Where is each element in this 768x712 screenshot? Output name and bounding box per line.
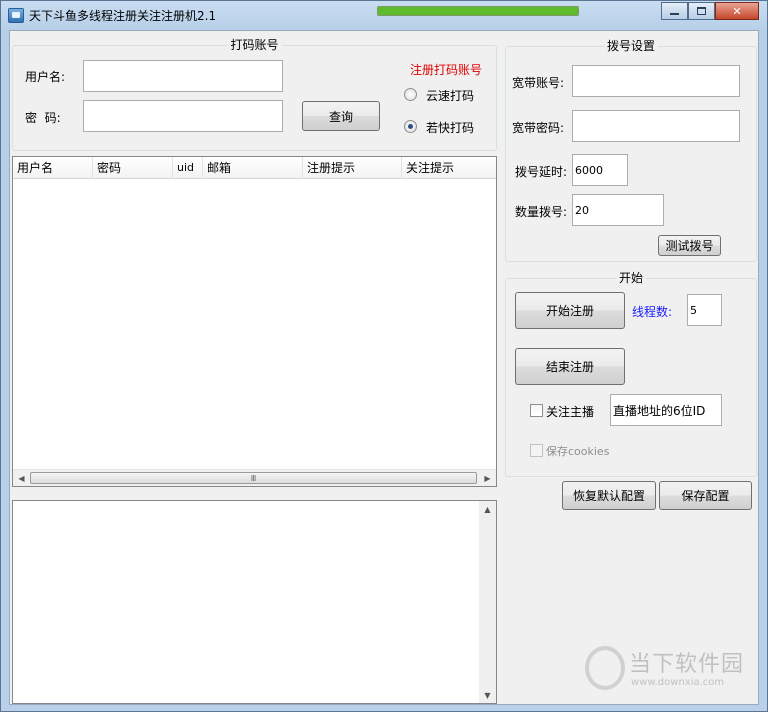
title-bar[interactable]: 天下斗鱼多线程注册关注注册机2.1 ✕ — [1, 1, 767, 29]
dial-count-label: 数量拨号: — [515, 205, 568, 219]
broadband-password-label: 宽带密码: — [512, 121, 565, 135]
captcha-account-group: 打码账号 用户名: 密 码: 查询 注册打码账号 云速打码 若快打码 — [12, 38, 497, 151]
watermark: 当下软件园 www.downxia.com — [585, 644, 755, 692]
app-icon — [8, 8, 24, 23]
captcha-username-label: 用户名: — [25, 70, 66, 84]
scroll-thumb[interactable]: Ⅲ — [30, 472, 477, 484]
query-button[interactable]: 查询 — [302, 101, 380, 131]
column-header-uid[interactable]: uid — [173, 157, 203, 179]
column-header-follow-status[interactable]: 关注提示 — [402, 157, 496, 179]
column-header-email[interactable]: 邮箱 — [203, 157, 303, 179]
dial-count-input[interactable]: 20 — [572, 194, 664, 226]
close-button[interactable]: ✕ — [715, 2, 759, 20]
column-header-register-status[interactable]: 注册提示 — [303, 157, 402, 179]
log-textarea[interactable]: ▲ ▼ — [12, 500, 497, 704]
radio-ruokuai-label: 若快打码 — [426, 121, 475, 135]
minimize-icon — [670, 13, 679, 15]
maximize-icon — [697, 7, 706, 15]
captcha-group-title: 打码账号 — [227, 38, 282, 52]
radio-yunsu-captcha[interactable] — [404, 88, 417, 101]
broadband-account-input[interactable] — [572, 65, 740, 97]
follow-streamer-checkbox[interactable] — [530, 404, 543, 417]
title-progress-fill — [378, 7, 578, 15]
captcha-password-input[interactable] — [83, 100, 283, 132]
broadband-account-label: 宽带账号: — [512, 76, 565, 90]
watermark-logo-icon — [585, 646, 625, 690]
radio-ruokuai-captcha[interactable] — [404, 120, 417, 133]
captcha-password-label: 密 码: — [25, 111, 61, 125]
radio-yunsu-label: 云速打码 — [426, 89, 475, 103]
restore-defaults-button[interactable]: 恢复默认配置 — [562, 481, 656, 510]
thread-count-input[interactable]: 5 — [687, 294, 722, 326]
save-cookies-label: 保存cookies — [546, 445, 610, 458]
table-header: 用户名 密码 uid 邮箱 注册提示 关注提示 — [13, 157, 496, 179]
column-header-password[interactable]: 密码 — [93, 157, 173, 179]
dial-delay-label: 拨号延时: — [515, 165, 568, 179]
window-title: 天下斗鱼多线程注册关注注册机2.1 — [29, 9, 217, 23]
save-cookies-checkbox[interactable] — [530, 444, 543, 457]
scroll-grip-icon: Ⅲ — [250, 473, 257, 483]
watermark-url: www.downxia.com — [631, 677, 725, 688]
dial-settings-group: 拨号设置 宽带账号: 宽带密码: 拨号延时: 6000 数量拨号: 20 测试拨… — [505, 39, 757, 262]
table-horizontal-scrollbar[interactable]: ◀ Ⅲ ▶ — [13, 469, 496, 486]
client-area: 打码账号 用户名: 密 码: 查询 注册打码账号 云速打码 若快打码 用户名 密… — [9, 30, 759, 705]
accounts-table[interactable]: 用户名 密码 uid 邮箱 注册提示 关注提示 ◀ Ⅲ ▶ — [12, 156, 497, 487]
save-config-button[interactable]: 保存配置 — [659, 481, 752, 510]
log-vertical-scrollbar[interactable]: ▲ ▼ — [479, 501, 496, 703]
register-captcha-account-link[interactable]: 注册打码账号 — [410, 61, 482, 78]
dial-delay-input[interactable]: 6000 — [572, 154, 628, 186]
minimize-button[interactable] — [661, 2, 688, 20]
scroll-up-icon[interactable]: ▲ — [479, 501, 496, 517]
broadband-password-input[interactable] — [572, 110, 740, 142]
watermark-text: 当下软件园 — [629, 652, 745, 677]
start-group-title: 开始 — [615, 271, 646, 285]
dial-group-title: 拨号设置 — [603, 39, 658, 53]
test-dial-button[interactable]: 测试拨号 — [658, 235, 721, 256]
start-group: 开始 开始注册 线程数: 5 结束注册 关注主播 直播地址的6位ID 保存coo… — [505, 271, 757, 477]
scroll-left-icon[interactable]: ◀ — [13, 470, 30, 486]
room-id-input[interactable]: 直播地址的6位ID — [610, 394, 722, 426]
maximize-button[interactable] — [688, 2, 715, 20]
stop-register-button[interactable]: 结束注册 — [515, 348, 625, 385]
start-register-button[interactable]: 开始注册 — [515, 292, 625, 329]
column-header-username[interactable]: 用户名 — [13, 157, 93, 179]
app-window: 天下斗鱼多线程注册关注注册机2.1 ✕ 打码账号 用户名: 密 码: 查询 注册… — [0, 0, 768, 712]
scroll-right-icon[interactable]: ▶ — [479, 470, 496, 486]
captcha-username-input[interactable] — [83, 60, 283, 92]
thread-count-label: 线程数: — [632, 305, 673, 319]
title-progress-bar — [377, 6, 579, 16]
window-controls: ✕ — [661, 2, 759, 20]
close-icon: ✕ — [732, 4, 742, 18]
scroll-down-icon[interactable]: ▼ — [479, 687, 496, 703]
follow-streamer-label: 关注主播 — [546, 405, 595, 419]
